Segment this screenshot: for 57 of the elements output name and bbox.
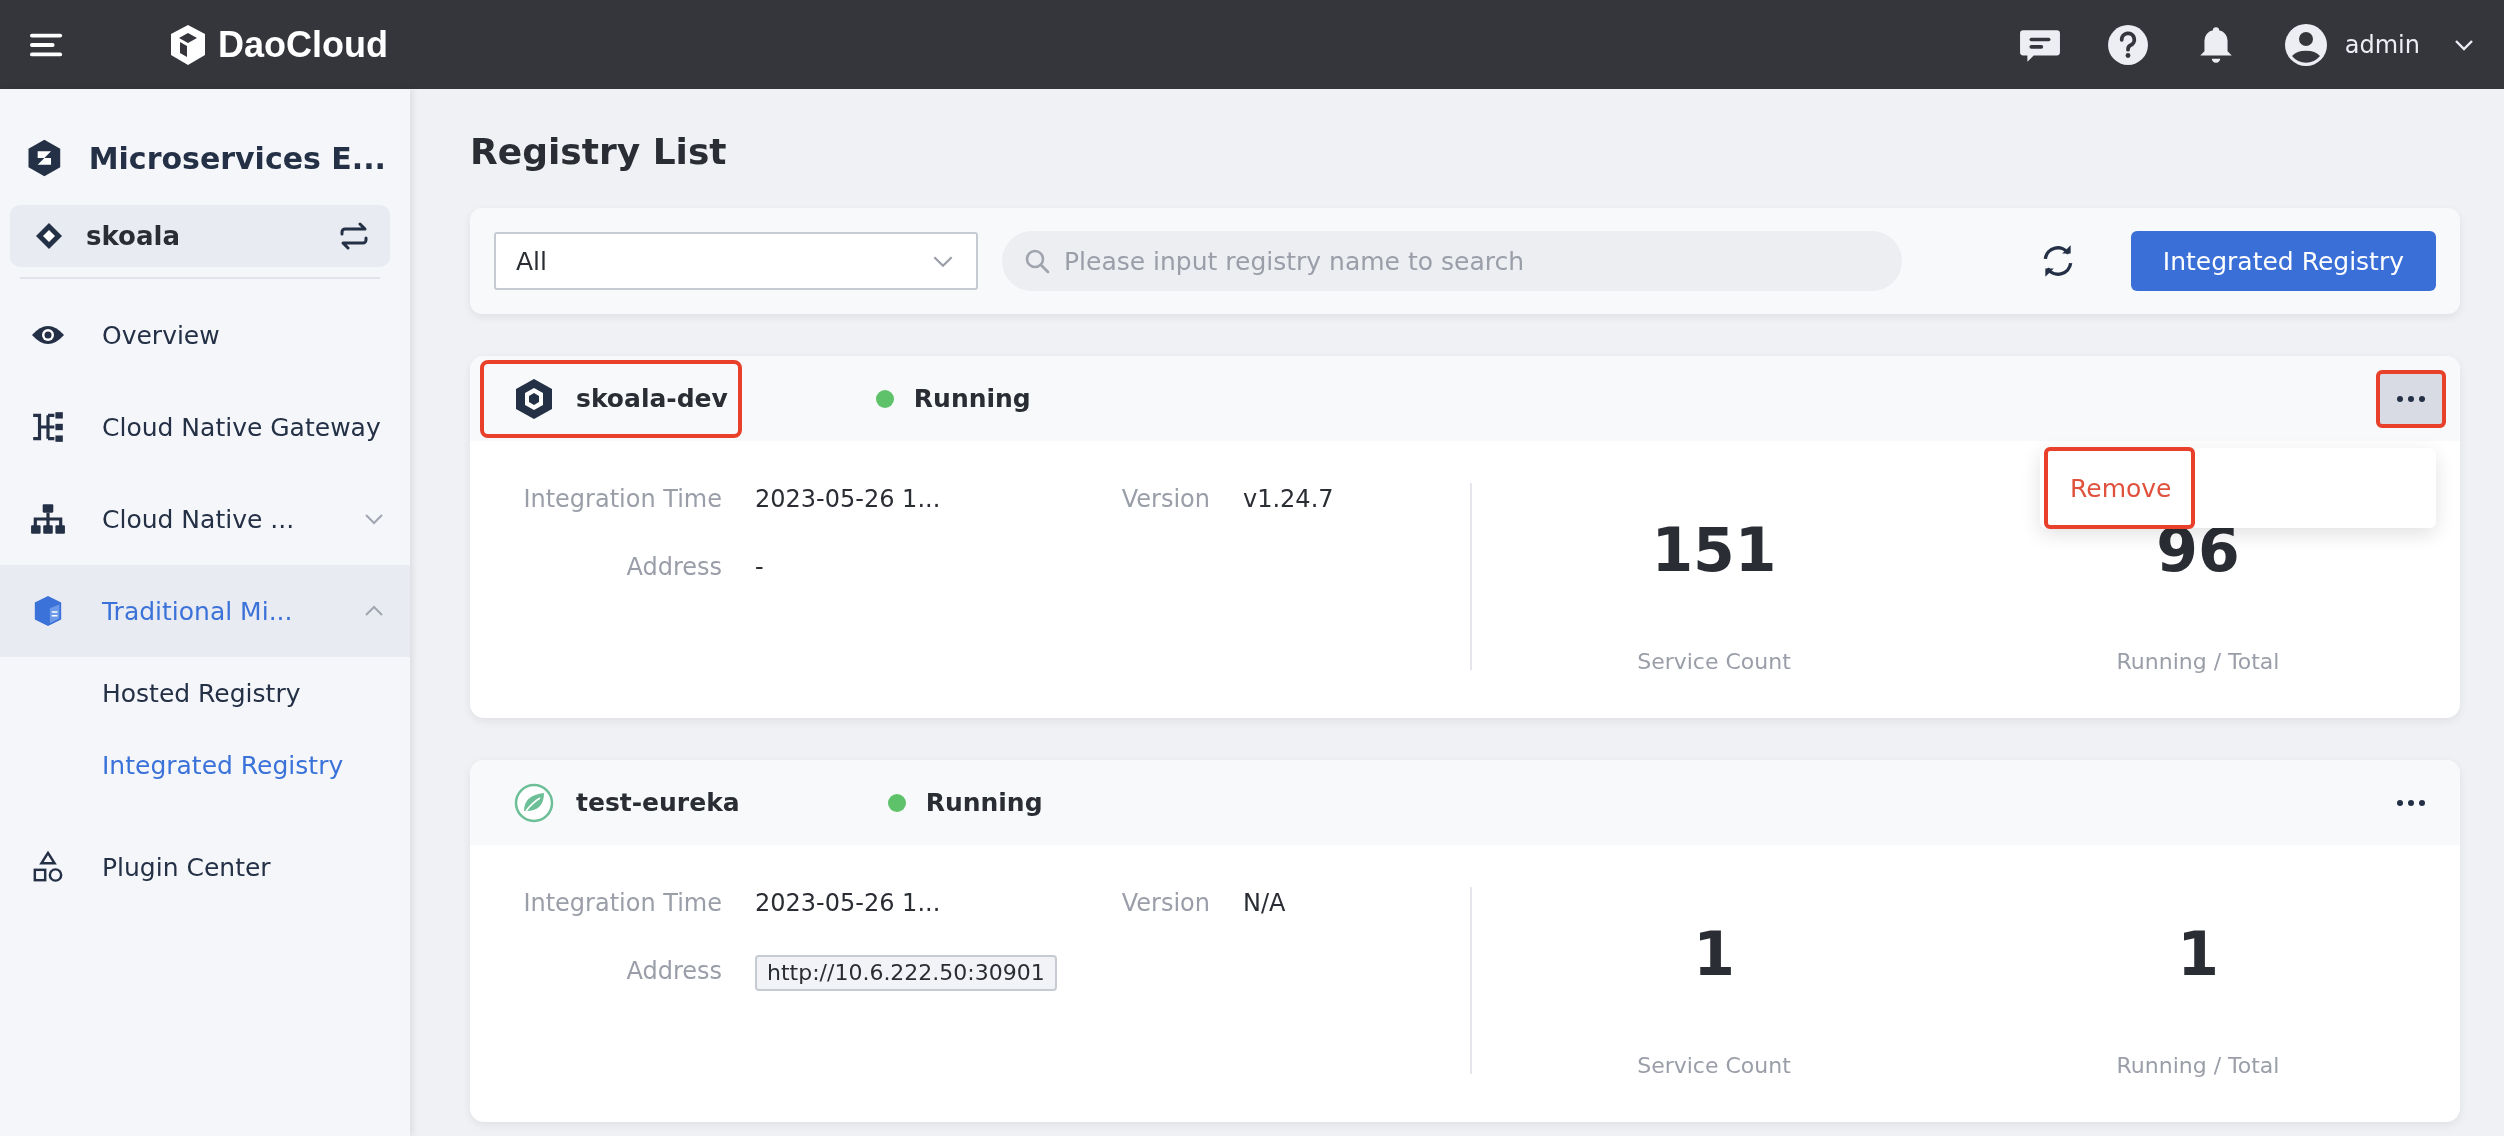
filter-select[interactable]: All [494,232,978,290]
field-label: Integration Time [522,888,722,919]
search-icon [1024,248,1050,274]
search-input[interactable]: Please input registry name to search [1062,245,1880,277]
field-value: 2023-05-26 1... [755,889,941,917]
field-value: 2023-05-26 1... [755,485,941,513]
field-label: Integration Time [522,484,722,515]
hexagon-icon [514,376,554,421]
stat-label: Running / Total [2116,1053,2280,1078]
field-label: Address [625,956,722,987]
nav-item[interactable]: Cloud Native ... [0,473,410,565]
chevron-icon [364,513,384,525]
stat-label: Service Count [1637,649,1791,674]
cube-logo-icon[interactable] [168,22,208,67]
diamond-icon [34,221,64,251]
status-text: Running [913,384,1031,413]
remove-menu-item[interactable]: Remove [2044,447,2196,529]
avatar-icon[interactable] [2282,21,2329,68]
field-label: Version [1120,888,1210,919]
field-label: Version [1120,484,1210,515]
ellipsis-icon [2396,798,2426,807]
stat-value: 1 [1693,919,1735,989]
status-text: Running [925,788,1043,817]
nav-item[interactable]: Plugin Center [0,821,410,913]
workspace-name: skoala [86,221,181,251]
workspace-switcher[interactable]: skoala [10,205,390,267]
nav-subitem[interactable]: Hosted Registry [0,657,410,729]
gateway-icon [30,411,66,443]
swap-icon[interactable] [338,222,370,250]
field-value: N/A [1243,889,1286,917]
nav-subitem[interactable]: Integrated Registry [0,729,410,801]
field-value: v1.24.7 [1243,485,1334,513]
help-icon[interactable] [2106,23,2149,66]
nav-item[interactable]: Overview [0,289,410,381]
address-tag: http://10.6.222.50:30901 [755,955,1057,991]
registry-name[interactable]: skoala-dev [576,384,728,413]
more-button[interactable] [2376,369,2446,428]
field-value: - [755,553,764,581]
registry-name[interactable]: test-eureka [576,788,740,817]
stat-label: Running / Total [2116,649,2280,674]
nav-item[interactable]: Cloud Native Gateway [0,381,410,473]
chevron-down-icon [932,254,954,268]
search-field[interactable]: Please input registry name to search [1002,231,1902,291]
integrate-button[interactable]: Integrated Registry [2130,231,2436,291]
chevron-icon [364,605,384,617]
nav-item[interactable]: Traditional Mi... [0,565,410,657]
ellipsis-icon [2396,394,2426,403]
stat-value: 1 [2177,919,2219,989]
product-title: Microservices E... [88,140,386,176]
brand-name[interactable]: DaoCloud [218,23,388,66]
chevron-down-icon[interactable] [2454,38,2474,51]
hierarchy-icon [30,503,66,535]
user-name[interactable]: admin [2344,30,2420,59]
field-label: Address [625,552,722,583]
stat-value: 151 [1651,515,1777,585]
stat-label: Service Count [1637,1053,1791,1078]
page-title: Registry List [470,131,728,172]
